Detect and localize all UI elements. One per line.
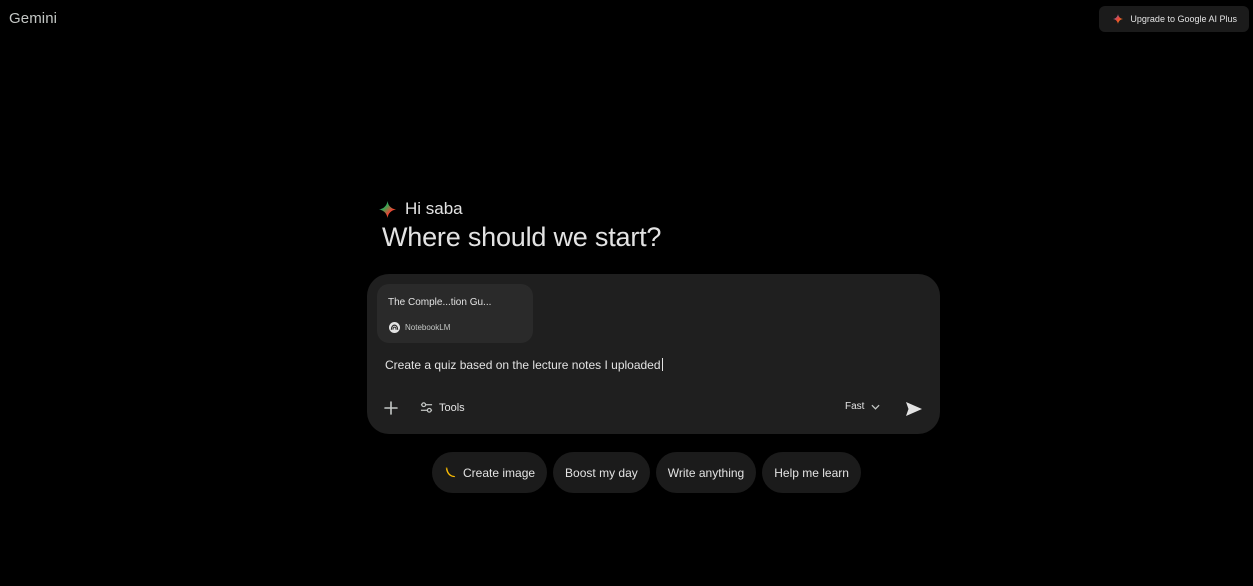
brand-logo[interactable]: Gemini [9,10,57,27]
prompt-input[interactable]: Create a quiz based on the lecture notes… [385,358,905,374]
suggestion-chips: Create image Boost my day Write anything… [432,452,861,493]
chevron-down-icon [871,404,880,410]
chip-create-image[interactable]: Create image [432,452,548,493]
prompt-composer: The Comple...tion Gu... NotebookLM Creat… [367,274,940,434]
chip-label: Write anything [667,465,745,480]
upgrade-button[interactable]: Upgrade to Google AI Plus [1099,6,1249,32]
greeting-text: Hi saba [405,199,463,218]
chip-help-me-learn[interactable]: Help me learn [762,452,861,493]
attachment-card[interactable]: The Comple...tion Gu... NotebookLM [377,284,533,343]
attachment-title: The Comple...tion Gu... [388,297,492,308]
chip-write-anything[interactable]: Write anything [655,452,757,493]
attachment-source-label: NotebookLM [405,323,451,332]
tools-label: Tools [439,401,465,414]
add-icon[interactable] [381,398,401,418]
greeting: Hi saba [379,199,463,219]
upgrade-label: Upgrade to Google AI Plus [1130,14,1237,24]
chip-boost-my-day[interactable]: Boost my day [553,452,650,493]
notebooklm-icon [389,322,400,333]
mode-label: Fast [845,401,865,412]
page-title: Where should we start? [382,222,662,252]
banana-icon [445,467,456,478]
model-mode-select[interactable]: Fast [845,401,880,412]
tools-sliders-icon [420,402,433,413]
attachment-source: NotebookLM [389,322,450,333]
gemini-spark-icon [379,200,396,218]
text-caret [661,358,663,371]
send-icon[interactable] [904,400,924,418]
prompt-input-text: Create a quiz based on the lecture notes… [385,358,661,372]
tools-button[interactable]: Tools [420,401,465,414]
chip-label: Create image [463,465,536,480]
gemini-spark-icon [1113,14,1124,24]
chip-label: Boost my day [565,465,638,480]
chip-label: Help me learn [774,465,849,480]
gemini-app: Gemini Upgrade to Google AI Plus Hi saba… [0,0,1253,586]
